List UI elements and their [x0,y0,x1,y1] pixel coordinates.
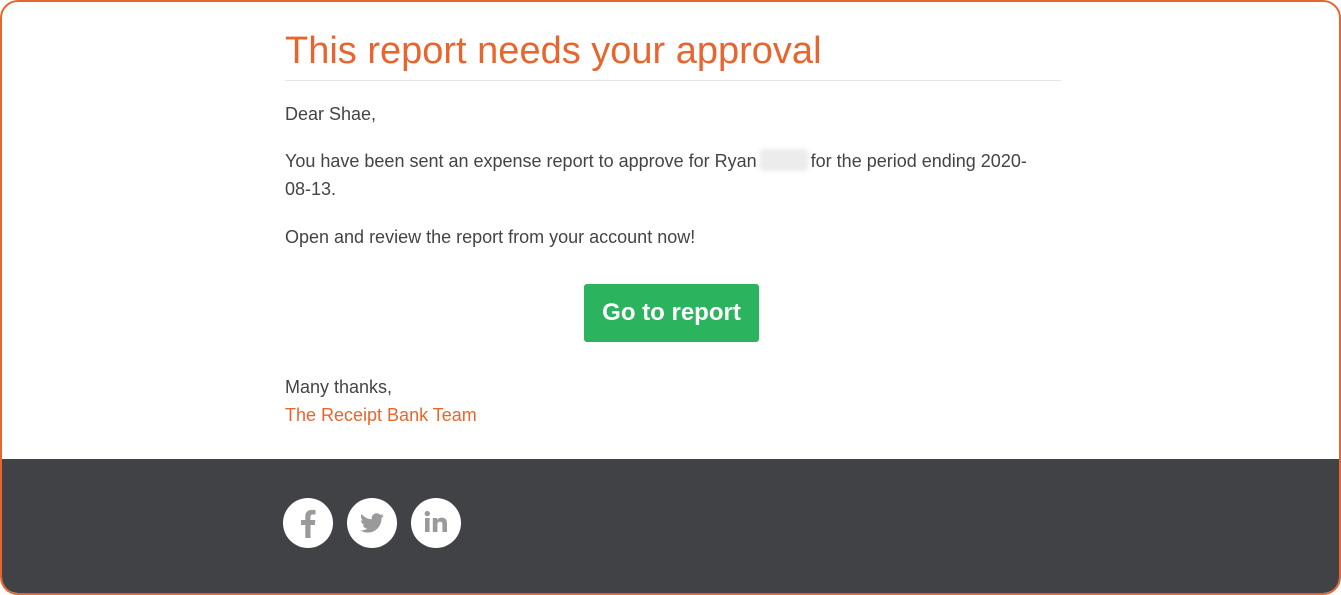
facebook-link[interactable] [283,498,333,548]
title-divider [285,80,1061,81]
email-title: This report needs your approval [285,30,822,72]
body-paragraph-2: Open and review the report from your acc… [285,227,696,247]
email-footer [2,459,1339,593]
facebook-icon [301,509,316,538]
twitter-icon [360,513,384,533]
redacted-surname [759,149,808,171]
signoff: Many thanks, [285,377,393,397]
twitter-link[interactable] [347,498,397,548]
body-paragraph-1: You have been sent an expense report to … [285,147,1045,203]
linkedin-icon [424,510,447,532]
linkedin-link[interactable] [411,498,461,548]
body-text-before-name: You have been sent an expense report to … [285,151,757,171]
go-to-report-button[interactable]: Go to report [584,284,759,342]
team-signature-link[interactable]: The Receipt Bank Team [285,401,477,429]
greeting: Dear Shae, [285,104,377,124]
email-frame: This report needs your approval Dear Sha… [0,0,1341,595]
